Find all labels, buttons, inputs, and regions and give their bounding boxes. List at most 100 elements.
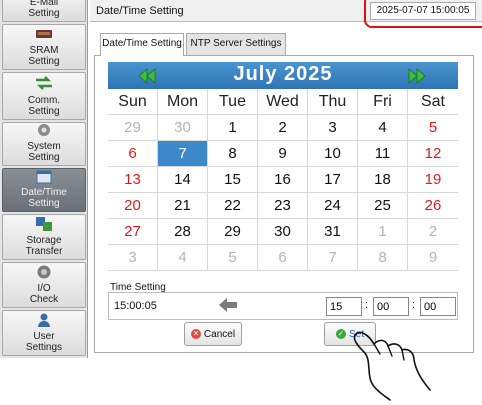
calendar-week-row: 29 30 1 2 3 4 5 <box>108 115 458 141</box>
calendar-week-row: 20 21 22 23 24 25 26 <box>108 193 458 219</box>
calendar-day[interactable]: 3 <box>108 245 158 271</box>
sidebar-item-system-setting[interactable]: System Setting <box>2 122 86 166</box>
sidebar-item-label: System Setting <box>27 141 61 163</box>
sidebar-item-comm-setting[interactable]: Comm. Setting <box>2 72 86 120</box>
calendar-day[interactable]: 5 <box>408 115 458 141</box>
calendar-day[interactable]: 4 <box>358 115 408 141</box>
datetime-highlight-annotation <box>364 0 482 28</box>
calendar-day[interactable]: 25 <box>358 193 408 219</box>
sidebar-item-label: Storage Transfer <box>25 235 63 257</box>
cancel-icon: ✕ <box>190 329 201 339</box>
weekday-wed: Wed <box>258 89 308 115</box>
sidebar-item-user-settings[interactable]: User Settings <box>2 310 86 356</box>
weekday-header-row: Sun Mon Tue Wed Thu Fri Sat <box>108 89 458 115</box>
sidebar-item-label: Date/Time Setting <box>21 187 67 209</box>
calendar-grid: Sun Mon Tue Wed Thu Fri Sat 29 30 1 2 3 … <box>108 89 458 271</box>
calendar-day[interactable]: 23 <box>258 193 308 219</box>
user-icon <box>33 311 55 328</box>
cancel-button-label: Cancel <box>203 328 236 340</box>
double-right-arrow-icon[interactable] <box>406 67 428 85</box>
calendar-day[interactable]: 8 <box>208 141 258 167</box>
calendar-year: 2025 <box>284 63 333 85</box>
sidebar-item-email-setting[interactable]: E-Mail Setting <box>2 0 86 22</box>
sidebar-item-label: SRAM Setting <box>28 45 60 67</box>
current-time-value: 15:00:05 <box>114 300 157 312</box>
weekday-mon: Mon <box>158 89 208 115</box>
weekday-tue: Tue <box>208 89 258 115</box>
calendar-day[interactable]: 12 <box>408 141 458 167</box>
sidebar-item-io-check[interactable]: I/O Check <box>2 262 86 308</box>
time-separator: : <box>412 299 416 311</box>
calendar-header: July 2025 <box>108 62 458 89</box>
calendar-day[interactable]: 4 <box>158 245 208 271</box>
sidebar-item-sram-setting[interactable]: SRAM Setting <box>2 24 86 70</box>
calendar-day[interactable]: 2 <box>258 115 308 141</box>
weekday-thu: Thu <box>308 89 358 115</box>
hour-field[interactable] <box>326 297 362 316</box>
calendar-day[interactable]: 29 <box>108 115 158 141</box>
calendar-day[interactable]: 15 <box>208 167 258 193</box>
weekday-fri: Fri <box>358 89 408 115</box>
calendar-day[interactable]: 29 <box>208 219 258 245</box>
calendar-day[interactable]: 18 <box>358 167 408 193</box>
calendar-day[interactable]: 3 <box>308 115 358 141</box>
calendar-day[interactable]: 30 <box>158 115 208 141</box>
left-arrow-icon[interactable] <box>218 297 238 313</box>
pointing-hand-icon <box>353 331 431 401</box>
calendar-day-selected[interactable]: 7 <box>158 141 208 167</box>
calendar-day[interactable]: 27 <box>108 219 158 245</box>
sidebar-item-label: E-Mail Setting <box>28 0 60 19</box>
calendar-week-row: 13 14 15 16 17 18 19 <box>108 167 458 193</box>
weekday-sun: Sun <box>108 89 158 115</box>
calendar-day[interactable]: 5 <box>208 245 258 271</box>
calendar-day[interactable]: 9 <box>408 245 458 271</box>
calendar-day[interactable]: 19 <box>408 167 458 193</box>
second-field[interactable] <box>420 297 456 316</box>
tab-ntp-server-settings[interactable]: NTP Server Settings <box>186 33 286 55</box>
time-separator: : <box>365 299 369 311</box>
calendar-day[interactable]: 8 <box>358 245 408 271</box>
io-check-icon <box>33 263 55 280</box>
calendar-day[interactable]: 2 <box>408 219 458 245</box>
calendar-day[interactable]: 1 <box>358 219 408 245</box>
calendar-day[interactable]: 6 <box>258 245 308 271</box>
sidebar: E-Mail Setting SRAM Setting Comm. Settin… <box>0 0 88 358</box>
sidebar-item-label: Comm. Setting <box>27 95 61 117</box>
storage-transfer-icon <box>33 215 55 232</box>
gear-icon <box>33 122 55 138</box>
calendar-day[interactable]: 20 <box>108 193 158 219</box>
calendar-day[interactable]: 26 <box>408 193 458 219</box>
weekday-sat: Sat <box>408 89 458 115</box>
calendar-week-row: 6 7 8 9 10 11 12 <box>108 141 458 167</box>
calendar-day[interactable]: 17 <box>308 167 358 193</box>
calendar-day[interactable]: 24 <box>308 193 358 219</box>
calendar-week-row: 3 4 5 6 7 8 9 <box>108 245 458 271</box>
calendar-day[interactable]: 22 <box>208 193 258 219</box>
calendar-day[interactable]: 9 <box>258 141 308 167</box>
calendar-day[interactable]: 7 <box>308 245 358 271</box>
calendar-day[interactable]: 14 <box>158 167 208 193</box>
calendar-week-row: 27 28 29 30 31 1 2 <box>108 219 458 245</box>
sidebar-item-storage-transfer[interactable]: Storage Transfer <box>2 214 86 260</box>
minute-field[interactable] <box>373 297 409 316</box>
sram-icon <box>33 25 55 42</box>
tab-datetime-setting[interactable]: Date/Time Setting <box>100 33 184 56</box>
calendar-day[interactable]: 30 <box>258 219 308 245</box>
calendar-day[interactable]: 1 <box>208 115 258 141</box>
calendar-day[interactable]: 11 <box>358 141 408 167</box>
calendar-icon <box>33 169 55 184</box>
sidebar-item-datetime-setting[interactable]: Date/Time Setting <box>2 168 86 212</box>
calendar-day[interactable]: 28 <box>158 219 208 245</box>
page-title: Date/Time Setting <box>96 5 184 17</box>
calendar-day[interactable]: 31 <box>308 219 358 245</box>
comm-icon <box>33 74 55 92</box>
calendar-day[interactable]: 6 <box>108 141 158 167</box>
cancel-button[interactable]: ✕ Cancel <box>184 322 242 346</box>
sidebar-item-label: User Settings <box>25 331 63 353</box>
sidebar-item-label: I/O Check <box>29 283 59 305</box>
calendar-day[interactable]: 10 <box>308 141 358 167</box>
calendar-month: July <box>233 63 278 85</box>
calendar-day[interactable]: 21 <box>158 193 208 219</box>
calendar-day[interactable]: 16 <box>258 167 308 193</box>
calendar-day[interactable]: 13 <box>108 167 158 193</box>
